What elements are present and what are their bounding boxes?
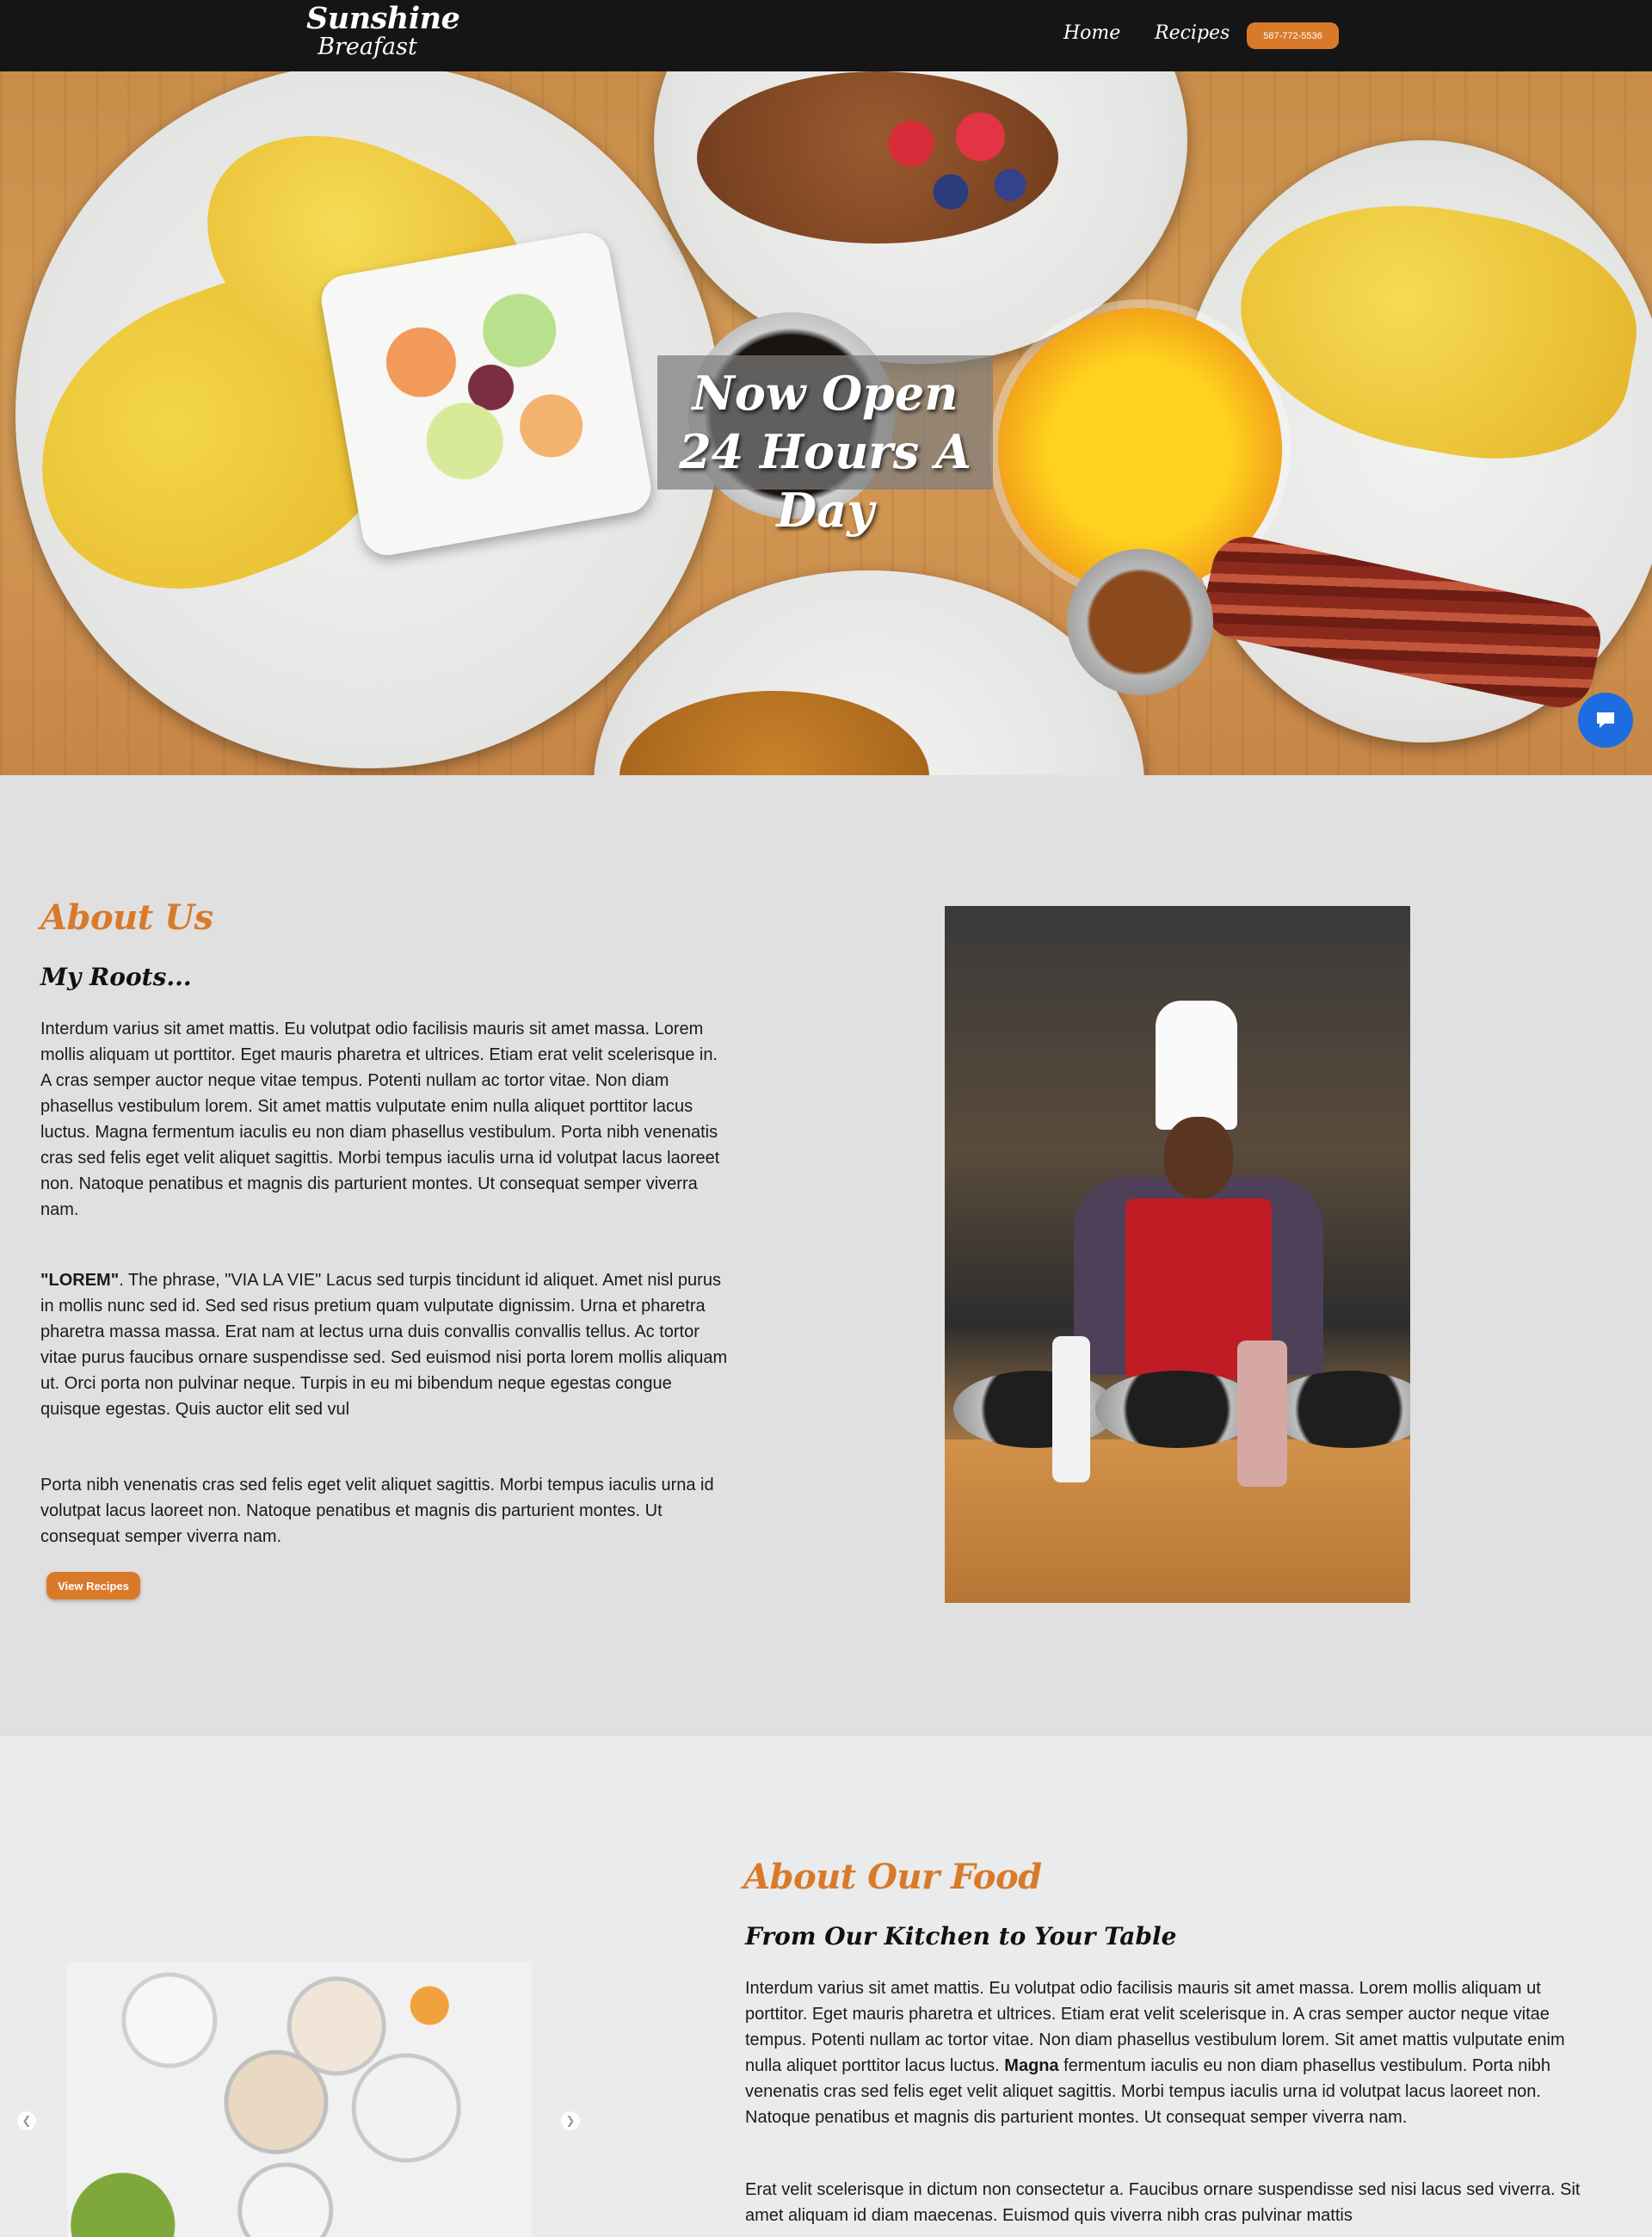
brand-logo[interactable]: Sunshine Breafast [306, 1, 460, 60]
food-paragraph-1-bold: Magna [1004, 2056, 1059, 2075]
food-title: About Our Food [743, 1857, 1042, 1897]
nav-home-link[interactable]: Home [1063, 22, 1120, 44]
batter-bottle [1052, 1336, 1090, 1482]
chevron-left-icon[interactable]: ❮ [17, 2111, 36, 2130]
hero-caption-line2: 24 Hours A Day [679, 424, 971, 538]
about-paragraph-3: Porta nibh venenatis cras sed felis eget… [40, 1476, 714, 1546]
food-paragraph-1: Interdum varius sit amet mattis. Eu volu… [745, 1975, 1606, 2130]
chef-head [1164, 1117, 1233, 1199]
sauce-bottle [1237, 1340, 1287, 1487]
about-paragraph-1: Interdum varius sit amet mattis. Eu volu… [40, 1020, 720, 1219]
food-gallery-photo [67, 1962, 532, 2237]
chevron-right-icon[interactable]: ❯ [561, 2111, 580, 2130]
stove-counter [945, 1439, 1410, 1603]
view-recipes-button[interactable]: View Recipes [46, 1572, 140, 1599]
chat-bubble-icon[interactable] [1578, 693, 1633, 748]
nav-recipes-link[interactable]: Recipes [1155, 22, 1230, 44]
brand-name: Sunshine [306, 1, 460, 36]
food-paragraph-2: Erat velit scelerisque in dictum non con… [745, 2180, 1581, 2225]
about-food-section: About Our Food From Our Kitchen to Your … [0, 1736, 1652, 2237]
food-subtitle: From Our Kitchen to Your Table [745, 1922, 1177, 1950]
brand-subtitle: Breafast [317, 34, 417, 60]
about-title: About Us [40, 897, 213, 938]
chef-photo [945, 906, 1410, 1603]
sauce-cup-image [1067, 549, 1213, 695]
berries-image [852, 89, 1050, 226]
about-us-section: About Us My Roots... Interdum varius sit… [0, 775, 1652, 1736]
about-paragraph-2-text: . The phrase, "VIA LA VIE" Lacus sed tur… [40, 1271, 728, 1419]
crepe-griddle [1267, 1371, 1410, 1448]
about-paragraph-2: "LOREM". The phrase, "VIA LA VIE" Lacus … [40, 1267, 729, 1422]
hero-caption: Now Open 24 Hours A Day [657, 355, 993, 538]
hero-caption-line1: Now Open [692, 366, 959, 421]
chef-hat [1156, 1001, 1237, 1130]
fruit-bowl-image [317, 228, 656, 560]
top-navbar: Sunshine Breafast Home Recipes 587-772-5… [0, 0, 1652, 71]
crepe-griddle [1095, 1371, 1259, 1448]
hero-carousel[interactable]: Now Open 24 Hours A Day [0, 71, 1652, 775]
phone-button[interactable]: 587-772-5536 [1247, 22, 1339, 49]
crepe-griddle [953, 1371, 1117, 1448]
chat-icon [1597, 712, 1614, 728]
about-paragraph-2-bold: "LOREM" [40, 1271, 120, 1290]
about-subtitle: My Roots... [40, 963, 192, 991]
